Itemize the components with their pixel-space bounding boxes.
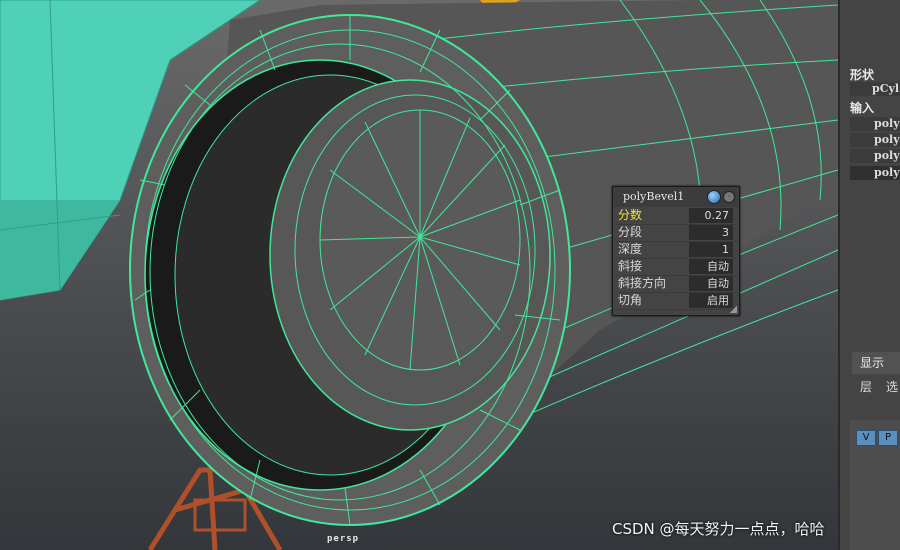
playback-toggle[interactable]: P [878,430,898,446]
shape-heading: 形状 [850,68,875,82]
watermark: CSDN @每天努力一点点，哈哈 [612,520,825,538]
bevel-row-value[interactable]: 0.27 [689,208,733,223]
bevel-row-chamfer[interactable]: 切角 启用 [615,292,737,310]
bevel-row-value[interactable]: 自动 [689,276,733,291]
input-item-selected[interactable]: poly [850,166,900,180]
tab-display[interactable]: 显示 [852,352,900,374]
bevel-row-label: 分数 [618,208,643,222]
polybevel-panel[interactable]: polyBevel1 · 分数 0.27 分段 3 深度 1 斜接 自动 斜接方… [612,186,740,316]
inputs-heading: 输入 [850,101,875,115]
menu-layers[interactable]: 层 [860,378,872,395]
input-item[interactable]: poly [850,133,900,147]
input-item[interactable]: poly [850,149,900,163]
visibility-toggle[interactable]: V [856,430,876,446]
resize-grip-icon[interactable] [730,306,737,313]
bevel-row-label: 切角 [618,293,643,307]
bevel-row-mitering[interactable]: 斜接 自动 [615,258,737,276]
bevel-row-segments[interactable]: 分段 3 [615,224,737,242]
bevel-row-depth[interactable]: 深度 1 [615,241,737,259]
bevel-row-label: 斜接方向 [618,276,667,290]
camera-label: persp [327,534,360,544]
bevel-row-label: 深度 [618,242,643,256]
bevel-row-value[interactable]: 自动 [689,259,733,274]
shape-item[interactable]: pCyl [850,82,900,96]
close-icon[interactable]: · [723,191,735,203]
menu-options[interactable]: 选 [886,378,898,395]
bevel-row-label: 斜接 [618,259,643,273]
globe-icon[interactable] [707,190,721,204]
bevel-row-label: 分段 [618,225,643,239]
bevel-row-value[interactable]: 1 [689,242,733,257]
input-item[interactable]: poly [850,117,900,131]
bevel-row-value[interactable]: 3 [689,225,733,240]
bevel-row-miter-along[interactable]: 斜接方向 自动 [615,275,737,293]
bevel-row-fraction[interactable]: 分数 0.27 [615,207,737,225]
bevel-row-value[interactable]: 启用 [689,293,733,308]
